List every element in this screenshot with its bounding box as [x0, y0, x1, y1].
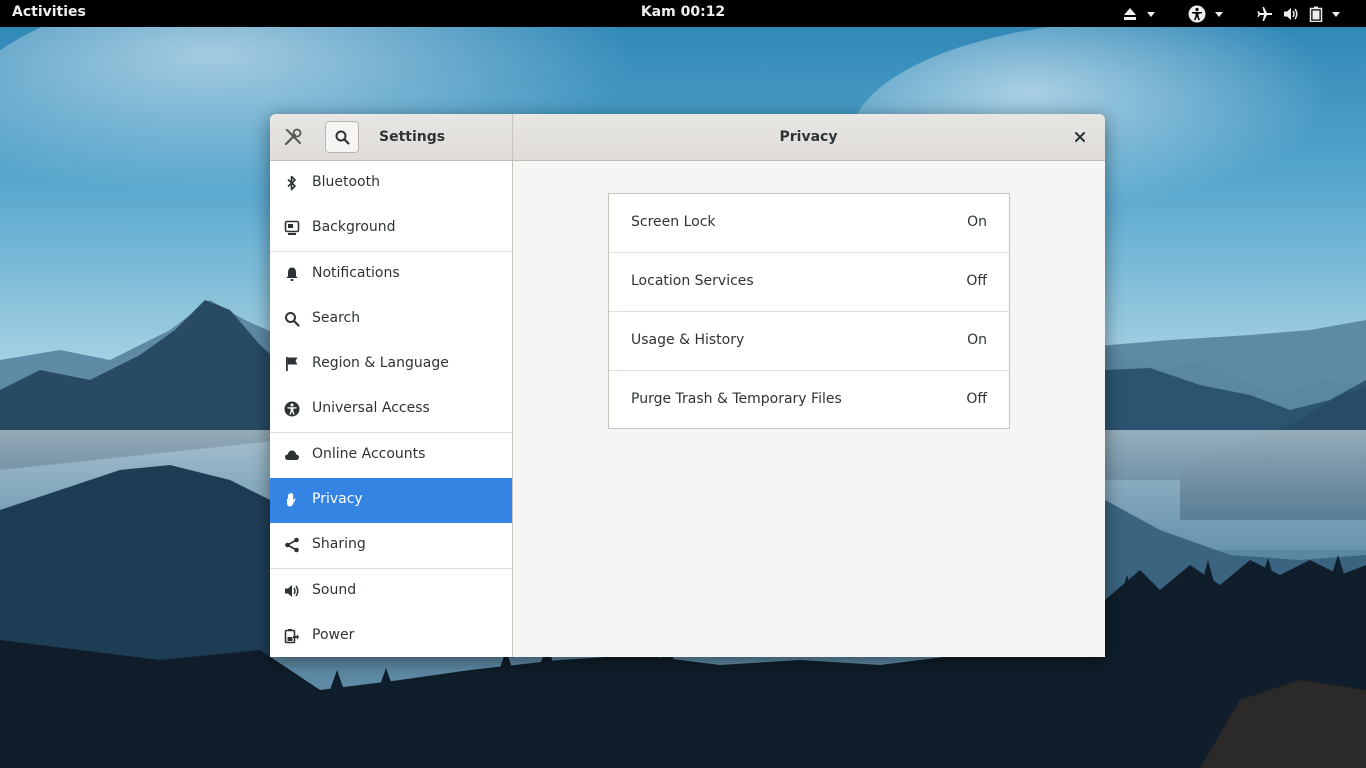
settings-title: Settings — [379, 129, 446, 145]
privacy-row-location-services[interactable]: Location Services Off — [609, 253, 1009, 312]
sidebar-item-label: Notifications — [312, 265, 400, 281]
sidebar-item-search[interactable]: Search — [270, 297, 512, 342]
close-button[interactable] — [1070, 127, 1090, 147]
sidebar-item-label: Bluetooth — [312, 174, 380, 190]
sidebar-item-sharing[interactable]: Sharing — [270, 523, 512, 569]
sidebar-item-label: Online Accounts — [312, 446, 426, 462]
chevron-down-icon — [1215, 11, 1223, 17]
bluetooth-icon — [287, 175, 296, 191]
share-icon — [285, 537, 299, 553]
privacy-row-usage-history[interactable]: Usage & History On — [609, 312, 1009, 371]
sidebar-item-privacy[interactable]: Privacy — [270, 478, 512, 523]
clock-container: Kam 00:12 — [0, 4, 1366, 20]
sidebar: Bluetooth Background Notifications Searc… — [270, 161, 513, 657]
sidebar-item-label: Universal Access — [312, 400, 430, 416]
row-name: Usage & History — [631, 332, 745, 348]
sidebar-item-label: Sound — [312, 582, 357, 598]
bell-icon — [286, 267, 298, 281]
chevron-down-icon — [1332, 11, 1340, 17]
sidebar-item-label: Background — [312, 219, 396, 235]
settings-window: Settings Privacy Bluetooth Background No… — [270, 114, 1105, 657]
system-menu[interactable] — [1257, 0, 1341, 27]
top-bar: Activities Kam 00:12 — [0, 0, 1366, 27]
sidebar-item-label: Region & Language — [312, 355, 449, 371]
sidebar-item-region-language[interactable]: Region & Language — [270, 342, 512, 387]
row-value: On — [967, 214, 987, 230]
panel-title: Privacy — [779, 129, 838, 145]
privacy-row-screen-lock[interactable]: Screen Lock On — [609, 194, 1009, 253]
row-name: Purge Trash & Temporary Files — [631, 391, 842, 407]
eject-icon — [1124, 7, 1136, 20]
sidebar-item-background[interactable]: Background — [270, 206, 512, 252]
sidebar-item-label: Power — [312, 627, 355, 643]
row-name: Location Services — [631, 273, 754, 289]
cloud-icon — [285, 450, 299, 460]
header-bar: Settings Privacy — [270, 114, 1105, 161]
airplane-icon — [1257, 6, 1272, 21]
clock-button[interactable]: Kam 00:12 — [641, 4, 725, 20]
search-icon — [335, 130, 350, 145]
close-icon — [1075, 132, 1085, 142]
accessibility-menu[interactable] — [1188, 0, 1224, 27]
row-name: Screen Lock — [631, 214, 716, 230]
sidebar-item-label: Sharing — [312, 536, 366, 552]
eject-menu[interactable] — [1122, 0, 1156, 27]
privacy-list: Screen Lock On Location Services Off Usa… — [608, 193, 1010, 429]
sidebar-item-label: Privacy — [312, 491, 363, 507]
speaker-icon — [285, 585, 299, 597]
sidebar-item-power[interactable]: Power — [270, 614, 512, 657]
sidebar-item-notifications[interactable]: Notifications — [270, 252, 512, 297]
battery-icon — [1309, 6, 1323, 22]
tools-icon — [283, 127, 303, 147]
row-value: Off — [966, 273, 987, 289]
volume-icon — [1284, 7, 1298, 20]
privacy-panel: Screen Lock On Location Services Off Usa… — [513, 161, 1105, 657]
activities-button[interactable]: Activities — [12, 4, 86, 20]
row-value: Off — [966, 391, 987, 407]
sidebar-header: Settings — [270, 114, 513, 160]
sidebar-item-sound[interactable]: Sound — [270, 569, 512, 614]
accessibility-icon — [1188, 5, 1206, 22]
sidebar-item-bluetooth[interactable]: Bluetooth — [270, 161, 512, 206]
chevron-down-icon — [1147, 11, 1155, 17]
search-icon — [285, 312, 300, 327]
sidebar-item-online-accounts[interactable]: Online Accounts — [270, 433, 512, 478]
search-button[interactable] — [325, 121, 359, 153]
row-value: On — [967, 332, 987, 348]
power-icon — [284, 629, 299, 644]
sidebar-item-label: Search — [312, 310, 361, 326]
privacy-row-purge-trash[interactable]: Purge Trash & Temporary Files Off — [609, 371, 1009, 428]
hand-icon — [287, 492, 296, 507]
background-icon — [284, 220, 300, 235]
sidebar-item-universal-access[interactable]: Universal Access — [270, 387, 512, 433]
accessibility-icon — [284, 401, 300, 417]
flag-icon — [286, 357, 298, 371]
